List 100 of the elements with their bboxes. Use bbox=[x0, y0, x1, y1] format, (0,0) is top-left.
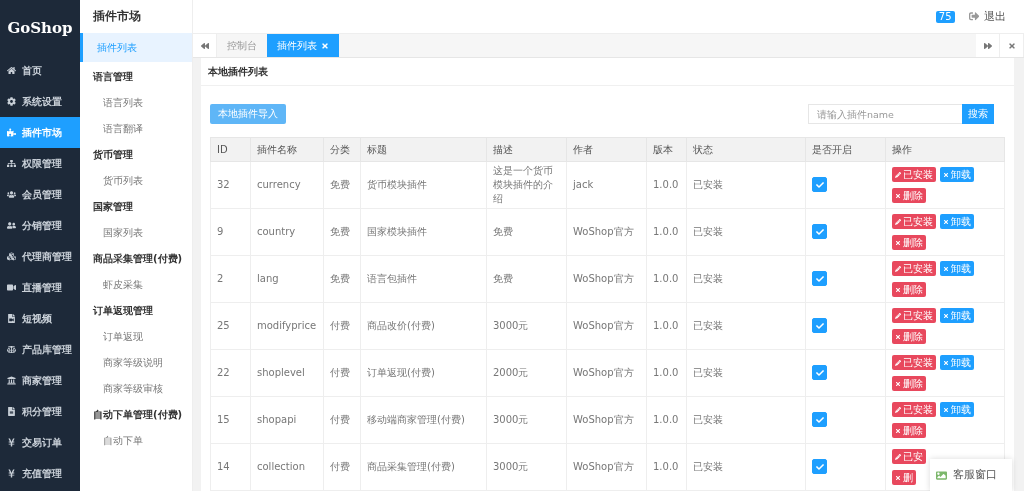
nav-icon bbox=[7, 252, 16, 261]
installed-button[interactable]: 已安装 bbox=[892, 402, 936, 417]
search-button[interactable]: 搜索 bbox=[962, 104, 994, 124]
installed-button[interactable]: 已安装 bbox=[892, 308, 936, 323]
table-cell: 语言包插件 bbox=[360, 255, 487, 303]
uninstall-button[interactable]: 卸载 bbox=[940, 214, 974, 229]
menu-item[interactable]: 插件列表 bbox=[80, 33, 192, 62]
logo: GoShop bbox=[6, 17, 74, 39]
menu-group[interactable]: 订单返现管理 bbox=[80, 298, 192, 324]
nav-item[interactable]: 直播管理 bbox=[0, 272, 80, 303]
uninstall-button[interactable]: 卸载 bbox=[940, 261, 974, 276]
checkbox[interactable] bbox=[812, 318, 827, 334]
nav-item[interactable]: 充值管理 bbox=[0, 458, 80, 489]
table-cell: WoShop官方 bbox=[566, 349, 647, 397]
table-cell: 32 bbox=[210, 161, 251, 209]
menu-item[interactable]: 语言列表 bbox=[80, 90, 192, 116]
message-badge[interactable]: 75 bbox=[935, 10, 955, 23]
table-cell: 14 bbox=[210, 443, 251, 491]
menu-item[interactable]: 货币列表 bbox=[80, 168, 192, 194]
delete-button[interactable]: 删除 bbox=[892, 376, 926, 391]
search-field[interactable]: 请输入插件name bbox=[808, 104, 962, 124]
nav-item[interactable]: 权限管理 bbox=[0, 148, 80, 179]
menu-group[interactable]: 自动下单管理(付费) bbox=[80, 402, 192, 428]
table-cell: WoShop官方 bbox=[566, 208, 647, 256]
menu-item[interactable]: 自动下单 bbox=[80, 428, 192, 454]
menu-group[interactable]: 货币管理 bbox=[80, 142, 192, 168]
panel-title: 本地插件列表 bbox=[201, 58, 1014, 86]
menu-item[interactable]: 国家列表 bbox=[80, 220, 192, 246]
installed-button[interactable]: 已安装 bbox=[892, 167, 936, 182]
tab[interactable]: 插件列表 bbox=[267, 34, 339, 57]
table-cell: 付费 bbox=[323, 443, 361, 491]
uninstall-button[interactable]: 卸载 bbox=[940, 308, 974, 323]
close-icon bbox=[895, 239, 901, 246]
uninstall-button[interactable]: 卸载 bbox=[940, 355, 974, 370]
chat-popup[interactable]: 客服窗口 bbox=[930, 459, 1012, 491]
table-cell: 已安装 bbox=[686, 349, 806, 397]
column-header: 描述 bbox=[486, 137, 567, 162]
close-icon[interactable] bbox=[321, 41, 329, 50]
tab[interactable]: 控制台 bbox=[217, 34, 267, 57]
check-icon bbox=[815, 415, 824, 424]
column-header: 作者 bbox=[566, 137, 647, 162]
installed-button[interactable]: 已安 bbox=[892, 449, 926, 464]
nav-icon bbox=[7, 438, 16, 447]
checkbox[interactable] bbox=[812, 365, 827, 381]
checkbox[interactable] bbox=[812, 412, 827, 428]
delete-button[interactable]: 删除 bbox=[892, 423, 926, 438]
table-cell: modifyprice bbox=[250, 302, 324, 350]
menu-group[interactable]: 国家管理 bbox=[80, 194, 192, 220]
table-cell: shopapi bbox=[250, 396, 324, 444]
checkbox[interactable] bbox=[812, 177, 827, 193]
table-cell: 货币模块插件 bbox=[360, 161, 487, 209]
nav-item[interactable]: 会员管理 bbox=[0, 179, 80, 210]
nav-item[interactable]: 代理商管理 bbox=[0, 241, 80, 272]
table-cell: WoShop官方 bbox=[566, 302, 647, 350]
table-cell: WoShop官方 bbox=[566, 443, 647, 491]
menu-item[interactable]: 订单返现 bbox=[80, 324, 192, 350]
menu-item[interactable]: 语言翻译 bbox=[80, 116, 192, 142]
delete-button[interactable]: 删 bbox=[892, 470, 916, 485]
menu-item[interactable]: 虾皮采集 bbox=[80, 272, 192, 298]
menu-item[interactable]: 商家等级说明 bbox=[80, 350, 192, 376]
checkbox[interactable] bbox=[812, 271, 827, 287]
checkbox[interactable] bbox=[812, 224, 827, 240]
nav-item[interactable]: 产品库管理 bbox=[0, 334, 80, 365]
delete-button[interactable]: 删除 bbox=[892, 188, 926, 203]
scroll-left-button[interactable] bbox=[193, 34, 217, 57]
table-cell: 国家模块插件 bbox=[360, 208, 487, 256]
image-icon bbox=[936, 469, 947, 481]
close-icon bbox=[895, 333, 901, 340]
close-icon bbox=[895, 192, 901, 199]
menu-item[interactable]: 商家等级审核 bbox=[80, 376, 192, 402]
table-cell: lang bbox=[250, 255, 324, 303]
pencil-icon bbox=[895, 218, 901, 225]
menu-group[interactable]: 商品采集管理(付费) bbox=[80, 246, 192, 272]
checkbox[interactable] bbox=[812, 459, 827, 475]
nav-item[interactable]: 系统设置 bbox=[0, 86, 80, 117]
nav-item[interactable]: 分销管理 bbox=[0, 210, 80, 241]
nav-item[interactable]: 商家管理 bbox=[0, 365, 80, 396]
table-cell: 已安装 bbox=[686, 302, 806, 350]
nav-icon bbox=[7, 376, 16, 385]
nav-icon bbox=[7, 66, 16, 75]
table-cell: 1.0.0 bbox=[646, 302, 687, 350]
logout-link[interactable]: 退出 bbox=[968, 9, 1006, 24]
close-icon bbox=[943, 218, 949, 225]
delete-button[interactable]: 删除 bbox=[892, 282, 926, 297]
nav-item[interactable]: 插件市场 bbox=[0, 117, 80, 148]
nav-item[interactable]: 首页 bbox=[0, 55, 80, 86]
delete-button[interactable]: 删除 bbox=[892, 235, 926, 250]
scroll-right-button[interactable] bbox=[976, 34, 1000, 57]
nav-item[interactable]: 交易订单 bbox=[0, 427, 80, 458]
delete-button[interactable]: 删除 bbox=[892, 329, 926, 344]
installed-button[interactable]: 已安装 bbox=[892, 261, 936, 276]
uninstall-button[interactable]: 卸载 bbox=[940, 167, 974, 182]
close-button[interactable] bbox=[1000, 34, 1024, 57]
menu-group[interactable]: 语言管理 bbox=[80, 64, 192, 90]
installed-button[interactable]: 已安装 bbox=[892, 355, 936, 370]
nav-icon bbox=[7, 314, 16, 323]
uninstall-button[interactable]: 卸载 bbox=[940, 402, 974, 417]
nav-item[interactable]: 短视频 bbox=[0, 303, 80, 334]
installed-button[interactable]: 已安装 bbox=[892, 214, 936, 229]
nav-item[interactable]: 积分管理 bbox=[0, 396, 80, 427]
